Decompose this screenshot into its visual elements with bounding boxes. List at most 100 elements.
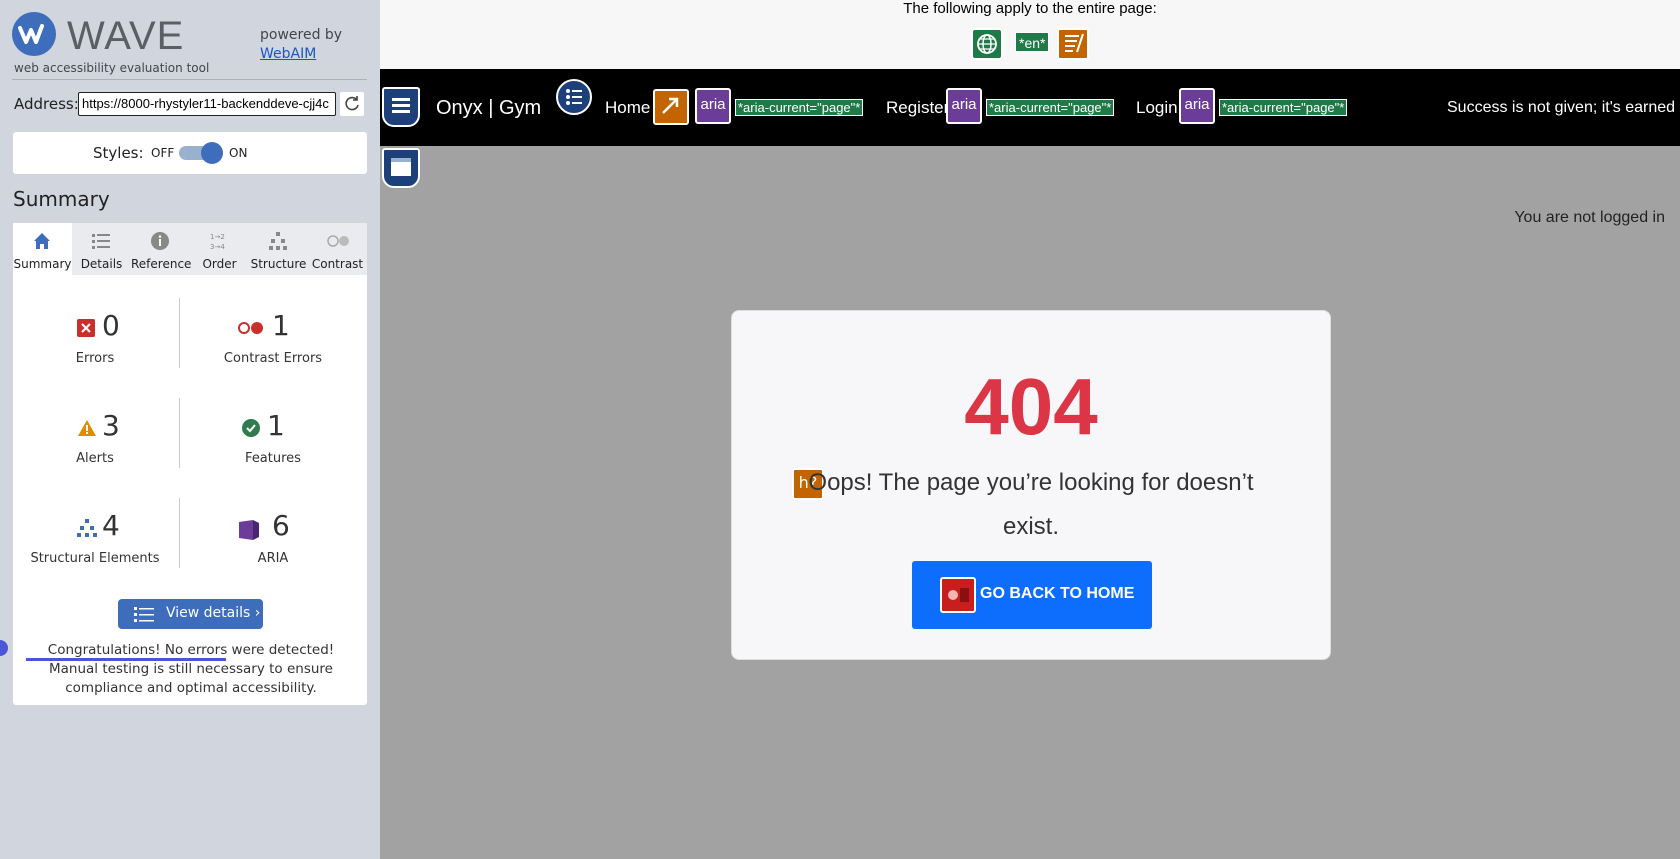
aria-icon[interactable]: aria	[946, 88, 982, 124]
aria-label: ARIA	[257, 551, 289, 566]
tab-reference[interactable]: Reference	[131, 223, 192, 275]
powered-by-label: powered by	[260, 27, 343, 43]
language-feature-icon[interactable]	[971, 28, 1003, 60]
aria-count: 6	[272, 509, 290, 542]
refresh-icon	[345, 96, 359, 111]
tab-label: Details	[80, 257, 123, 271]
congrats-underline	[26, 658, 226, 661]
tab-order[interactable]: 1→2 3→4 Order	[190, 223, 249, 275]
nav-home[interactable]: Home	[605, 98, 650, 118]
styles-on-label: ON	[229, 146, 248, 160]
alert-icon	[78, 420, 96, 436]
tab-details[interactable]: Details	[72, 223, 131, 275]
alerts-count: 3	[102, 409, 120, 442]
divider	[179, 398, 180, 468]
wave-logo-text: WAVE	[67, 14, 185, 58]
tab-label: Structure	[250, 257, 307, 271]
view-details-button[interactable]: View details ›	[118, 599, 263, 629]
styles-label: Styles:	[93, 144, 144, 162]
stat-alerts[interactable]: 3 Alerts	[15, 393, 175, 473]
styles-toggle-box: Styles: OFF ON	[13, 132, 367, 174]
powered-by: powered by WebAIM	[260, 26, 342, 64]
contrast-error-icon	[238, 322, 263, 334]
aria-icon[interactable]: aria	[695, 88, 731, 124]
svg-text:3→4: 3→4	[210, 243, 225, 251]
wave-logo-icon	[12, 12, 56, 56]
contrast-error-icon	[940, 577, 976, 613]
aria-current-tag: *aria-current="page"*	[735, 99, 864, 116]
list-icon	[92, 234, 110, 249]
evaluated-page: The following apply to the entire page: …	[380, 0, 1680, 859]
contrast-errors-count: 1	[272, 309, 290, 342]
aria-current-tag: *aria-current="page"*	[1219, 99, 1348, 116]
info-icon	[151, 232, 169, 250]
tab-contrast[interactable]: Contrast	[308, 223, 367, 275]
summary-heading: Summary	[13, 187, 110, 211]
stat-aria[interactable]: 6 ARIA	[193, 493, 353, 573]
list-icon	[134, 607, 154, 622]
structure-icon	[269, 232, 287, 250]
contrast-icon	[327, 235, 349, 247]
home-icon	[34, 233, 50, 249]
entire-page-note: The following apply to the entire page:	[903, 0, 1157, 17]
tab-label: Order	[202, 257, 237, 271]
refresh-button[interactable]	[340, 92, 364, 116]
error-card: 404 h? Oops! The page you’re looking for…	[731, 310, 1331, 660]
nav-register[interactable]: Register	[886, 98, 949, 118]
error-code: 404	[964, 362, 1098, 451]
congrats-message: Congratulations! No errors were detected…	[47, 642, 335, 696]
go-home-button[interactable]: GO BACK TO HOME	[912, 561, 1152, 629]
feature-icon	[242, 419, 260, 437]
address-input[interactable]: https://8000-rhystyler11-backenddeve-cjj…	[78, 92, 336, 116]
aria-current-tag: *aria-current="page"*	[986, 99, 1115, 116]
wave-tagline: web accessibility evaluation tool	[14, 61, 210, 75]
redundant-link-alert-icon[interactable]	[653, 89, 689, 125]
summary-panel: Summary Details Reference 1→2 3→4 Order S…	[13, 223, 367, 705]
stat-structural[interactable]: 4 Structural Elements	[15, 493, 175, 573]
error-icon	[77, 319, 95, 337]
document-alert-icon[interactable]	[1057, 28, 1089, 60]
divider	[179, 298, 180, 368]
styles-toggle[interactable]	[179, 142, 223, 164]
stat-errors[interactable]: 0 Errors	[15, 293, 175, 373]
address-label: Address:	[14, 95, 79, 113]
toggle-knob	[201, 142, 223, 164]
main-structure-icon[interactable]	[382, 148, 420, 188]
stat-contrast-errors[interactable]: 1 Contrast Errors	[193, 293, 353, 373]
tab-label: Contrast	[311, 257, 364, 271]
aria-icon[interactable]: aria	[1179, 88, 1215, 124]
address-bar: Address: https://8000-rhystyler11-backen…	[14, 92, 366, 116]
features-count: 1	[267, 409, 285, 442]
tab-label: Reference	[131, 257, 192, 271]
login-status: You are not logged in	[1514, 209, 1665, 226]
wave-sidebar: WAVE web accessibility evaluation tool p…	[0, 0, 380, 859]
aria-icon	[239, 520, 259, 540]
alerts-label: Alerts	[76, 451, 114, 466]
webaim-link[interactable]: WebAIM	[260, 46, 316, 62]
tab-label: Summary	[13, 257, 72, 271]
svg-text:1→2: 1→2	[210, 233, 225, 241]
brand-name[interactable]: Onyx | Gym	[436, 97, 541, 120]
nav-login[interactable]: Login	[1136, 98, 1178, 118]
contrast-errors-label: Contrast Errors	[223, 351, 323, 366]
wave-header: WAVE web accessibility evaluation tool p…	[12, 12, 367, 80]
site-navbar: Onyx | Gym Home aria *aria-current="page…	[380, 69, 1680, 146]
structure-icon	[77, 519, 97, 537]
structural-label: Structural Elements	[30, 551, 160, 566]
styles-off-label: OFF	[151, 146, 175, 160]
stat-features[interactable]: 1 Features	[193, 393, 353, 473]
features-label: Features	[245, 451, 301, 466]
view-details-label: View details ›	[166, 605, 261, 621]
site-tagline: Success is not given; it's earned	[1447, 99, 1676, 116]
order-icon: 1→23→4	[210, 233, 225, 251]
error-message: Oops! The page you’re looking for doesn’…	[808, 469, 1254, 540]
nav-list-icon[interactable]	[556, 79, 592, 115]
tab-summary[interactable]: Summary	[13, 223, 72, 275]
language-badge: *en*	[1015, 32, 1050, 52]
divider	[179, 498, 180, 568]
errors-label: Errors	[75, 351, 115, 366]
page-level-bar: The following apply to the entire page: …	[380, 0, 1680, 69]
cursor-indicator-icon	[0, 640, 8, 656]
header-structure-icon[interactable]	[382, 87, 420, 127]
tab-structure[interactable]: Structure	[249, 223, 308, 275]
